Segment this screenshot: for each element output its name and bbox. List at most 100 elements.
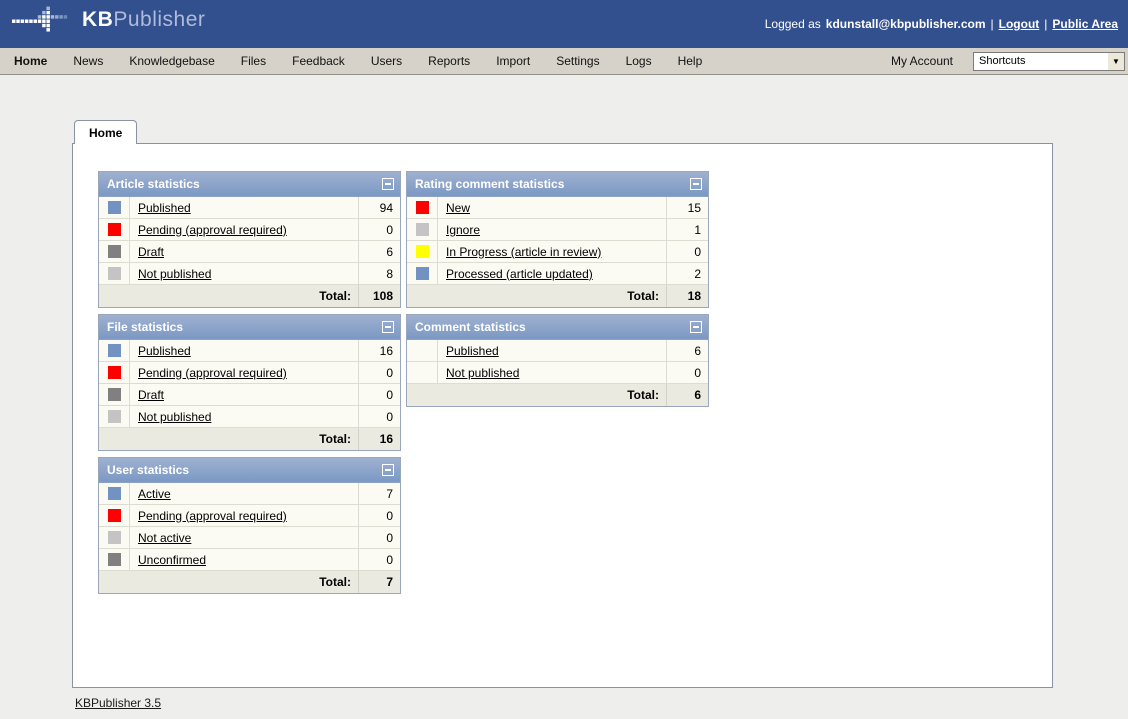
nav-item-home[interactable]: Home bbox=[10, 54, 60, 68]
stat-value: 0 bbox=[358, 549, 400, 570]
status-swatch-cell bbox=[99, 406, 129, 427]
status-swatch-cell bbox=[407, 241, 437, 262]
stat-value: 15 bbox=[666, 197, 708, 218]
nav-item-help[interactable]: Help bbox=[665, 54, 716, 68]
stat-label-cell: Not published bbox=[129, 263, 358, 284]
stat-link[interactable]: Draft bbox=[138, 245, 164, 259]
stat-link[interactable]: New bbox=[446, 201, 470, 215]
stat-panel-header: Rating comment statistics bbox=[407, 172, 708, 197]
nav-item-label: Help bbox=[677, 54, 703, 68]
stat-link[interactable]: Ignore bbox=[446, 223, 480, 237]
separator: | bbox=[990, 17, 994, 31]
stat-link[interactable]: Pending (approval required) bbox=[138, 366, 287, 380]
collapse-icon[interactable] bbox=[382, 178, 394, 190]
status-swatch-cell bbox=[407, 340, 437, 361]
nav-items: Home News Knowledgebase Files Feedback Users R… bbox=[0, 54, 715, 68]
stat-row: Not active 0 bbox=[99, 527, 400, 549]
logged-as-label: Logged as bbox=[764, 17, 821, 31]
stat-link[interactable]: Pending (approval required) bbox=[138, 223, 287, 237]
stat-row: Draft 6 bbox=[99, 241, 400, 263]
stat-link[interactable]: Published bbox=[138, 201, 191, 215]
stat-link[interactable]: Not active bbox=[138, 531, 191, 545]
logout-link[interactable]: Logout bbox=[999, 17, 1040, 31]
nav-item-label: Settings bbox=[556, 54, 600, 68]
stat-value: 0 bbox=[358, 362, 400, 383]
total-value: 16 bbox=[358, 428, 400, 450]
nav-item-news[interactable]: News bbox=[60, 54, 116, 68]
nav-item-logs[interactable]: Logs bbox=[613, 54, 665, 68]
status-swatch-cell bbox=[99, 197, 129, 218]
stat-label-cell: Draft bbox=[129, 241, 358, 262]
stat-link[interactable]: Active bbox=[138, 487, 171, 501]
panel-file-statistics: File statistics Published 16 Pending (ap… bbox=[98, 314, 401, 451]
stat-link[interactable]: Published bbox=[138, 344, 191, 358]
status-swatch-cell bbox=[99, 549, 129, 570]
status-color-swatch bbox=[107, 487, 121, 500]
stat-link[interactable]: Unconfirmed bbox=[138, 553, 206, 567]
stat-row: Published 16 bbox=[99, 340, 400, 362]
total-row: Total: 18 bbox=[407, 285, 708, 307]
nav-item-label: Home bbox=[14, 54, 48, 68]
logo-publisher: Publisher bbox=[113, 7, 206, 31]
stat-label-cell: Not active bbox=[129, 527, 358, 548]
nav-item-import[interactable]: Import bbox=[483, 54, 543, 68]
total-label: Total: bbox=[319, 575, 351, 589]
stat-link[interactable]: Not published bbox=[446, 366, 519, 380]
stat-link[interactable]: Pending (approval required) bbox=[138, 509, 287, 523]
nav-item-feedback[interactable]: Feedback bbox=[279, 54, 358, 68]
nav-item-settings[interactable]: Settings bbox=[543, 54, 612, 68]
stat-panel-body: Active 7 Pending (approval required) 0 N… bbox=[99, 483, 400, 571]
panels-right-column: Rating comment statistics New 15 Ignore … bbox=[406, 171, 709, 413]
stat-row: Draft 0 bbox=[99, 384, 400, 406]
nav-item-files[interactable]: Files bbox=[228, 54, 279, 68]
nav-item-label: Knowledgebase bbox=[129, 54, 215, 68]
logo[interactable]: KBPublisher bbox=[12, 6, 205, 33]
shortcuts-dropdown[interactable]: Shortcuts ▼ bbox=[973, 51, 1125, 71]
tab-home[interactable]: Home bbox=[74, 120, 138, 144]
stat-link[interactable]: Published bbox=[446, 344, 499, 358]
status-swatch-cell bbox=[99, 241, 129, 262]
stat-label-cell: In Progress (article in review) bbox=[437, 241, 666, 262]
stat-row: In Progress (article in review) 0 bbox=[407, 241, 708, 263]
status-swatch-cell bbox=[407, 219, 437, 240]
stat-link[interactable]: Not published bbox=[138, 267, 211, 281]
collapse-icon[interactable] bbox=[382, 321, 394, 333]
nav-item-knowledgebase[interactable]: Knowledgebase bbox=[116, 54, 227, 68]
status-swatch-cell bbox=[99, 505, 129, 526]
stat-row: Not published 8 bbox=[99, 263, 400, 285]
collapse-icon[interactable] bbox=[382, 464, 394, 476]
my-account-link[interactable]: My Account bbox=[891, 54, 953, 68]
stat-value: 0 bbox=[358, 406, 400, 427]
stat-link[interactable]: Processed (article updated) bbox=[446, 267, 593, 281]
nav-item-users[interactable]: Users bbox=[358, 54, 415, 68]
collapse-icon[interactable] bbox=[690, 321, 702, 333]
total-row: Total: 7 bbox=[99, 571, 400, 593]
kbpublisher-logo-icon bbox=[12, 6, 68, 32]
stat-row: Pending (approval required) 0 bbox=[99, 362, 400, 384]
stat-label-cell: Draft bbox=[129, 384, 358, 405]
header-user-area: Logged as kdunstall@kbpublisher.com | Lo… bbox=[765, 0, 1118, 48]
collapse-icon[interactable] bbox=[690, 178, 702, 190]
stat-link[interactable]: In Progress (article in review) bbox=[446, 245, 601, 259]
nav-item-reports[interactable]: Reports bbox=[415, 54, 483, 68]
stat-label-cell: Pending (approval required) bbox=[129, 219, 358, 240]
nav-item-label: Files bbox=[240, 54, 267, 68]
stat-link[interactable]: Not published bbox=[138, 410, 211, 424]
status-swatch-cell bbox=[99, 483, 129, 504]
panel-article-statistics: Article statistics Published 94 Pending … bbox=[98, 171, 401, 308]
stat-panel-title: File statistics bbox=[107, 320, 184, 334]
status-color-swatch bbox=[107, 223, 121, 236]
status-color-swatch bbox=[107, 344, 121, 357]
stat-link[interactable]: Draft bbox=[138, 388, 164, 402]
stat-value: 6 bbox=[666, 340, 708, 361]
version-link[interactable]: KBPublisher 3.5 bbox=[75, 696, 161, 710]
public-area-link[interactable]: Public Area bbox=[1052, 17, 1118, 31]
status-color-swatch bbox=[107, 509, 121, 522]
panel-comment-statistics: Comment statistics Published 6 Not publi… bbox=[406, 314, 709, 407]
status-swatch-cell bbox=[407, 362, 437, 383]
status-swatch-cell bbox=[407, 263, 437, 284]
stat-panel-title: Comment statistics bbox=[415, 320, 526, 334]
stat-panel-body: Published 6 Not published 0 bbox=[407, 340, 708, 384]
stat-value: 94 bbox=[358, 197, 400, 218]
stat-row: Published 6 bbox=[407, 340, 708, 362]
